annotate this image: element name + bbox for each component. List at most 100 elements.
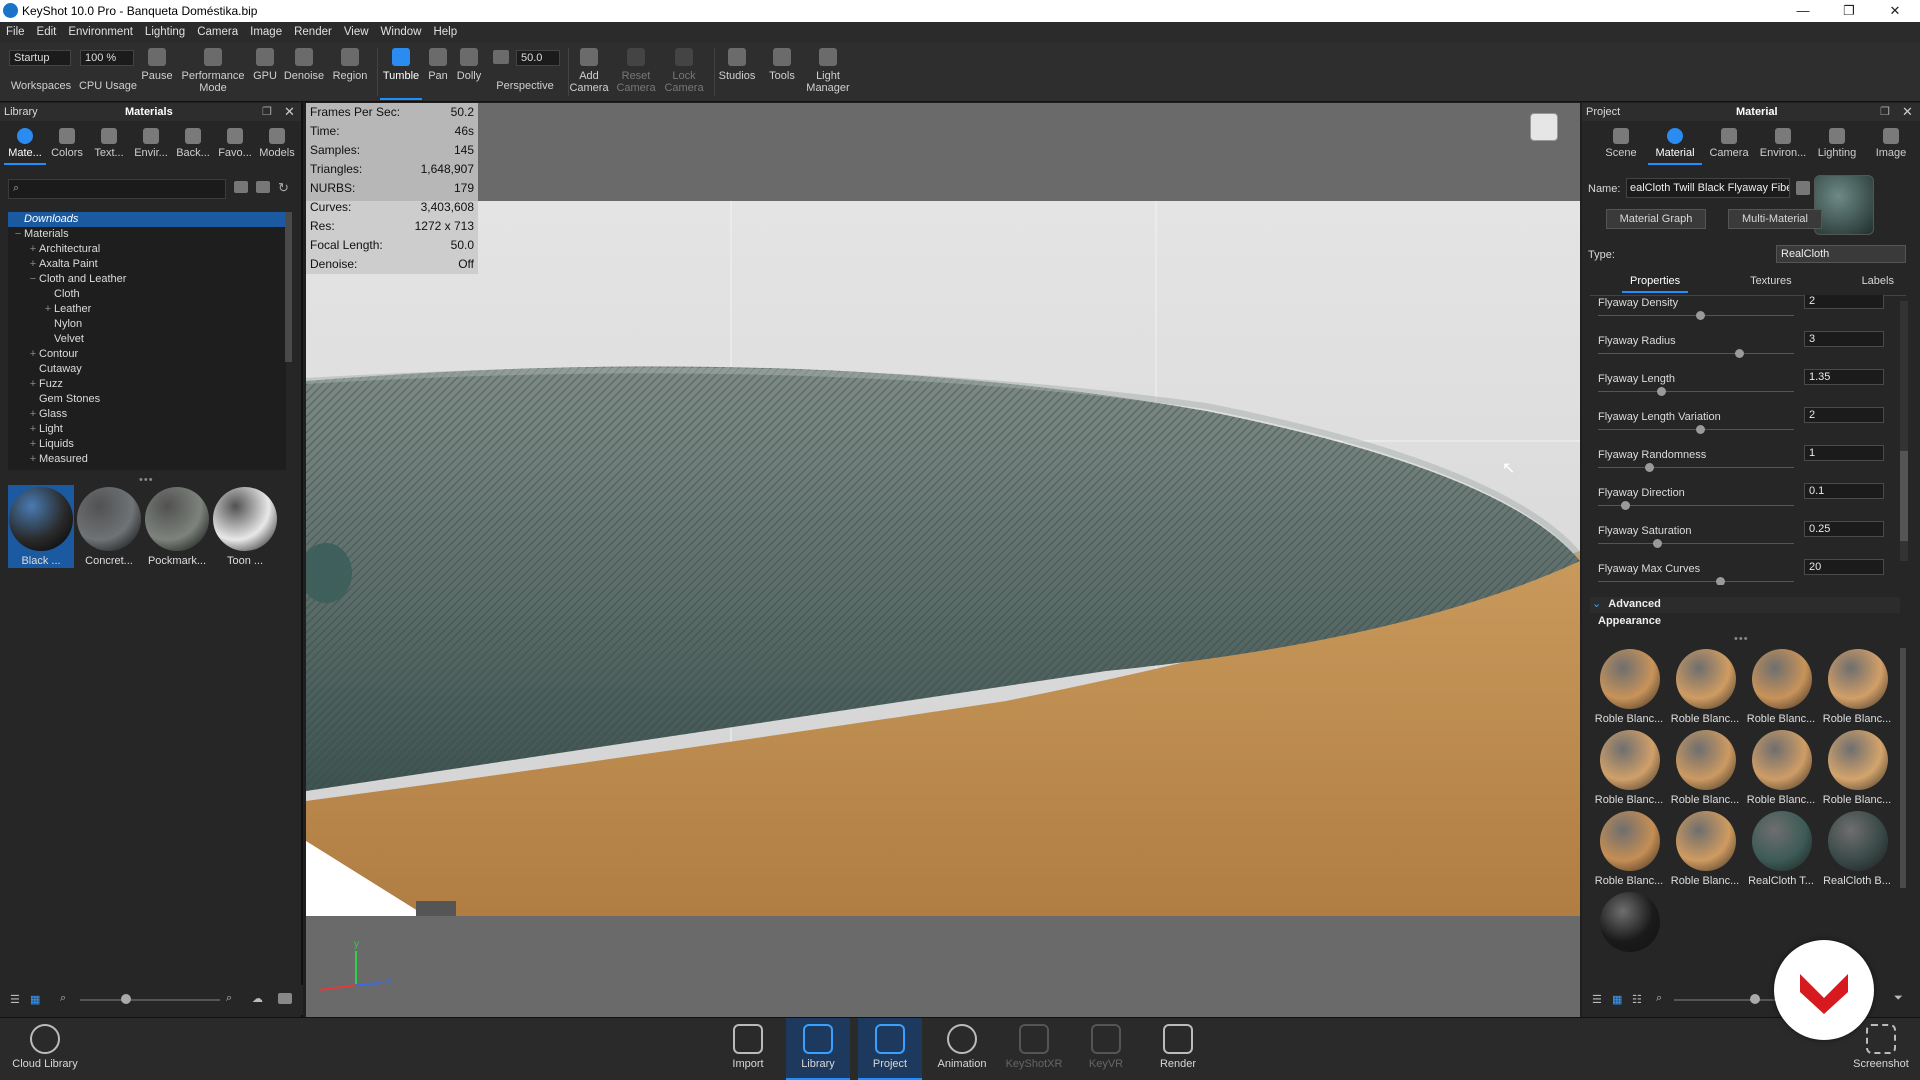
add-folder-icon[interactable] bbox=[256, 181, 270, 193]
light-manager-button[interactable]: Light Manager bbox=[804, 44, 852, 94]
keyshotxr-button[interactable]: KeyShotXR bbox=[1002, 1018, 1066, 1080]
property-slider[interactable] bbox=[1598, 391, 1794, 392]
library-search-input[interactable]: ⌕ bbox=[8, 179, 226, 199]
project-material-ball[interactable] bbox=[1676, 730, 1736, 790]
property-value-input[interactable]: 1 bbox=[1804, 445, 1884, 461]
subtab-textures[interactable]: Textures bbox=[1742, 271, 1800, 293]
pause-button[interactable]: Pause bbox=[140, 44, 174, 82]
tab-camera[interactable]: Camera bbox=[1702, 125, 1756, 165]
property-value-input[interactable]: 20 bbox=[1804, 559, 1884, 575]
project-material-ball[interactable] bbox=[1752, 730, 1812, 790]
tree-item[interactable]: + Contour bbox=[8, 347, 286, 362]
keyvr-button[interactable]: KeyVR bbox=[1074, 1018, 1138, 1080]
gpu-button[interactable]: GPU bbox=[250, 44, 280, 82]
project-material-ball[interactable] bbox=[1600, 811, 1660, 871]
slider-knob[interactable] bbox=[1621, 501, 1631, 510]
expander-icon[interactable]: + bbox=[27, 437, 39, 452]
save-material-icon[interactable] bbox=[1796, 181, 1810, 195]
tree-item[interactable]: + Light bbox=[8, 422, 286, 437]
tree-item[interactable]: + Glass bbox=[8, 407, 286, 422]
expander-icon[interactable]: + bbox=[27, 407, 39, 422]
project-material-ball[interactable] bbox=[1828, 730, 1888, 790]
slider-knob[interactable] bbox=[1695, 425, 1705, 434]
grid-view-icon[interactable]: ▦ bbox=[1612, 993, 1622, 1006]
denoise-button[interactable]: Denoise bbox=[282, 44, 326, 82]
tree-item[interactable]: + Leather bbox=[8, 302, 286, 317]
camera-lock-overlay-icon[interactable] bbox=[1530, 113, 1558, 141]
material-thumbnail[interactable]: Toon ... bbox=[212, 485, 278, 568]
reset-camera-button[interactable]: Reset Camera bbox=[614, 44, 658, 94]
menu-item-view[interactable]: View bbox=[338, 26, 375, 38]
open-folder-icon[interactable] bbox=[234, 181, 248, 193]
expander-icon[interactable]: + bbox=[42, 302, 54, 317]
material-thumbnail[interactable]: Pockmark... bbox=[144, 485, 210, 568]
tab-scene[interactable]: Scene bbox=[1594, 125, 1648, 165]
project-material-ball[interactable] bbox=[1600, 892, 1660, 952]
material-thumbnail[interactable]: Concret... bbox=[76, 485, 142, 568]
tree-view-icon[interactable]: ☷ bbox=[1632, 993, 1642, 1006]
menu-item-camera[interactable]: Camera bbox=[191, 26, 244, 38]
list-view-icon[interactable]: ☰ bbox=[10, 993, 20, 1006]
pan-button[interactable]: Pan bbox=[424, 44, 452, 82]
tree-item[interactable]: + Liquids bbox=[8, 437, 286, 452]
expander-icon[interactable]: + bbox=[27, 242, 39, 257]
slider-knob[interactable] bbox=[1735, 349, 1745, 358]
render-button[interactable]: Render bbox=[1146, 1018, 1210, 1080]
tab-back[interactable]: Back... bbox=[172, 125, 214, 165]
project-material-ball[interactable] bbox=[1752, 811, 1812, 871]
close-button[interactable]: ✕ bbox=[1872, 0, 1918, 22]
tab-mate[interactable]: Mate... bbox=[4, 125, 46, 165]
thumbnail-size-slider[interactable] bbox=[80, 999, 220, 1001]
tree-item[interactable]: + Fuzz bbox=[8, 377, 286, 392]
material-name-input[interactable]: ealCloth Twill Black Flyaway Fibers #1 bbox=[1626, 178, 1790, 198]
menu-item-environment[interactable]: Environment bbox=[62, 26, 139, 38]
list-view-icon[interactable]: ☰ bbox=[1592, 993, 1602, 1006]
property-value-input[interactable]: 0.1 bbox=[1804, 483, 1884, 499]
multi-material-button[interactable]: Multi-Material bbox=[1728, 209, 1822, 229]
menu-item-lighting[interactable]: Lighting bbox=[139, 26, 191, 38]
import-button[interactable]: Import bbox=[716, 1018, 780, 1080]
render-scene[interactable] bbox=[306, 201, 1580, 916]
expander-icon[interactable]: + bbox=[27, 377, 39, 392]
lock-camera-button[interactable]: Lock Camera bbox=[662, 44, 706, 94]
performance-mode-button[interactable]: Performance Mode bbox=[178, 44, 248, 94]
expander-icon[interactable]: + bbox=[27, 422, 39, 437]
workspace-select[interactable]: Startup bbox=[9, 50, 71, 66]
property-value-input[interactable]: 0.25 bbox=[1804, 521, 1884, 537]
slider-knob[interactable] bbox=[1656, 387, 1666, 396]
zoom-out-icon[interactable]: ⌕ bbox=[60, 992, 66, 1005]
tree-item[interactable]: + Measured bbox=[8, 452, 286, 467]
properties-scrollbar[interactable] bbox=[1900, 301, 1908, 561]
tree-item[interactable]: Cloth bbox=[8, 287, 286, 302]
zoom-out-icon[interactable]: ⌕ bbox=[1656, 992, 1662, 1005]
menu-item-help[interactable]: Help bbox=[427, 26, 463, 38]
property-slider[interactable] bbox=[1598, 353, 1794, 354]
tab-favo[interactable]: Favo... bbox=[214, 125, 256, 165]
project-material-ball[interactable] bbox=[1828, 811, 1888, 871]
tab-colors[interactable]: Colors bbox=[46, 125, 88, 165]
property-slider[interactable] bbox=[1598, 543, 1794, 544]
tumble-button[interactable]: Tumble bbox=[380, 44, 422, 100]
project-button[interactable]: Project bbox=[858, 1018, 922, 1080]
slider-knob[interactable] bbox=[1695, 311, 1705, 320]
tree-item[interactable]: Downloads bbox=[8, 212, 286, 227]
tab-envir[interactable]: Envir... bbox=[130, 125, 172, 165]
expander-icon[interactable]: − bbox=[12, 227, 24, 242]
panel-close-icon[interactable]: ✕ bbox=[284, 104, 295, 120]
property-slider[interactable] bbox=[1598, 581, 1794, 582]
menu-item-edit[interactable]: Edit bbox=[31, 26, 63, 38]
tree-item[interactable]: Gem Stones bbox=[8, 392, 286, 407]
slider-knob[interactable] bbox=[1644, 463, 1654, 472]
menu-item-image[interactable]: Image bbox=[244, 26, 288, 38]
subtab-labels[interactable]: Labels bbox=[1854, 271, 1902, 293]
tree-item[interactable]: + Axalta Paint bbox=[8, 257, 286, 272]
folder-icon[interactable] bbox=[278, 993, 292, 1004]
materials-scrollbar[interactable] bbox=[1900, 648, 1906, 888]
property-slider[interactable] bbox=[1598, 467, 1794, 468]
grid-view-icon[interactable]: ▦ bbox=[30, 993, 40, 1006]
tab-models[interactable]: Models bbox=[256, 125, 298, 165]
tab-environ[interactable]: Environ... bbox=[1756, 125, 1810, 165]
menu-item-render[interactable]: Render bbox=[288, 26, 338, 38]
undock-icon[interactable]: ❐ bbox=[262, 105, 272, 118]
material-graph-button[interactable]: Material Graph bbox=[1606, 209, 1706, 229]
